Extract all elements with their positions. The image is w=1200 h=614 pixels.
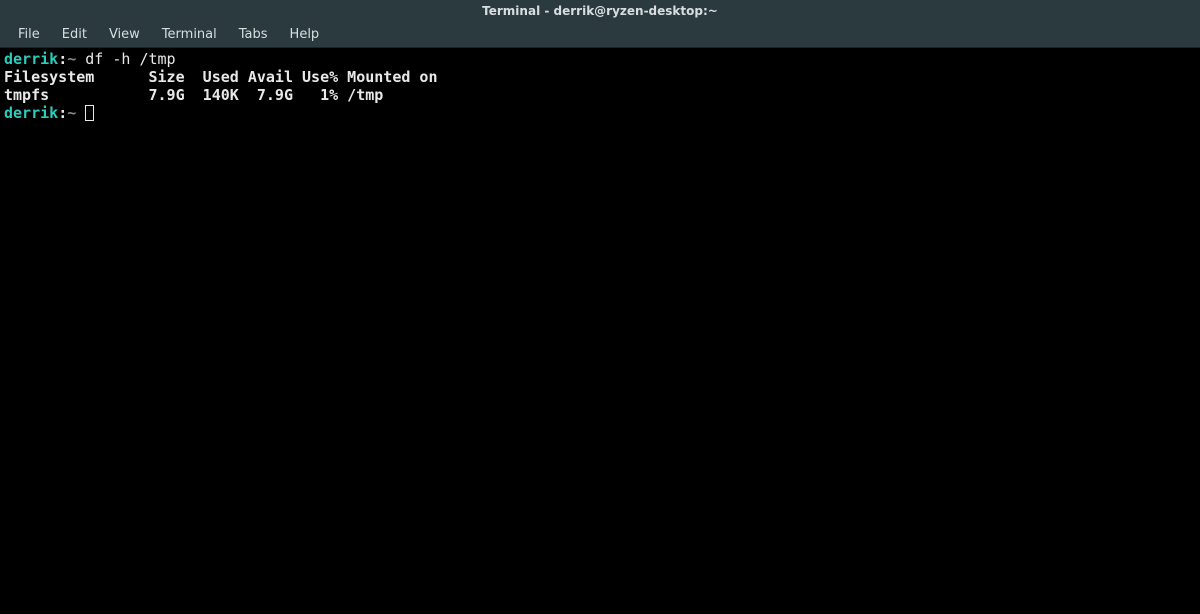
terminal-body[interactable]: derrik:~ df -h /tmp Filesystem Size Used… <box>0 48 1200 614</box>
menu-view[interactable]: View <box>99 24 150 45</box>
menubar: File Edit View Terminal Tabs Help <box>0 22 1200 48</box>
prompt-separator-2: : <box>58 104 67 122</box>
df-row: tmpfs 7.9G 140K 7.9G 1% /tmp <box>4 86 383 104</box>
window-titlebar: Terminal - derrik@ryzen-desktop:~ <box>0 0 1200 22</box>
command-text: df -h /tmp <box>85 50 175 68</box>
menu-terminal[interactable]: Terminal <box>152 24 227 45</box>
window-title: Terminal - derrik@ryzen-desktop:~ <box>482 4 718 18</box>
menu-help[interactable]: Help <box>280 24 330 45</box>
prompt-user-2: derrik <box>4 104 58 122</box>
prompt-path: ~ <box>67 50 76 68</box>
menu-edit[interactable]: Edit <box>52 24 97 45</box>
prompt-path-2: ~ <box>67 104 76 122</box>
prompt-user: derrik <box>4 50 58 68</box>
menu-tabs[interactable]: Tabs <box>229 24 278 45</box>
prompt-separator: : <box>58 50 67 68</box>
cursor <box>85 105 94 121</box>
df-header: Filesystem Size Used Avail Use% Mounted … <box>4 68 437 86</box>
menu-file[interactable]: File <box>8 24 50 45</box>
